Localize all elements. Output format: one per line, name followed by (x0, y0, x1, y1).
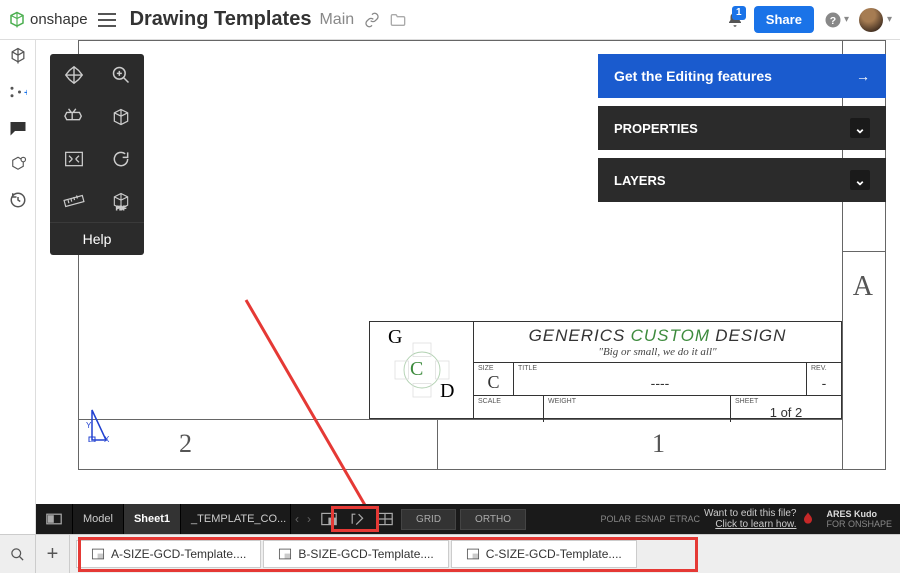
drawing-file-icon (466, 547, 480, 561)
measure-tool[interactable] (50, 180, 97, 222)
menu-hamburger-icon[interactable] (98, 13, 116, 27)
zone-col-2: 2 (179, 429, 192, 459)
link-icon[interactable] (364, 12, 380, 28)
brand-name: onshape (30, 11, 88, 28)
title-block: G C D GENERICS CUSTOM DESIGN "Big or sma… (369, 321, 842, 419)
user-avatar[interactable] (859, 8, 883, 32)
history-icon[interactable] (6, 188, 30, 212)
zone-row-a: A (853, 271, 873, 303)
svg-text:Y: Y (86, 421, 92, 430)
logo-cube-icon (8, 11, 26, 29)
svg-text:PDF: PDF (116, 206, 126, 211)
template-tab[interactable]: _TEMPLATE_CO... (181, 504, 291, 534)
iso-view-tool[interactable] (97, 96, 144, 138)
refresh-tool[interactable] (97, 138, 144, 180)
tab-prev-icon[interactable]: ‹ (291, 512, 303, 526)
sheet1-tab[interactable]: Sheet1 (124, 504, 181, 534)
tab-c-size[interactable]: C-SIZE-GCD-Template.... (451, 540, 637, 568)
main-area: + A 1 2 G C D (0, 40, 900, 534)
view-tool[interactable] (50, 96, 97, 138)
revision-value: - (811, 372, 837, 393)
left-toolbar: + (0, 40, 36, 534)
tab-a-size[interactable]: A-SIZE-GCD-Template.... (76, 540, 261, 568)
add-tab-button[interactable]: + (36, 535, 70, 573)
sb-tool-2[interactable] (343, 504, 371, 534)
sb-tool-3[interactable] (371, 504, 399, 534)
tab-b-size[interactable]: B-SIZE-GCD-Template.... (263, 540, 448, 568)
onshape-logo[interactable]: onshape (8, 11, 88, 29)
properties-panel[interactable]: PROPERTIES ⌄ (598, 106, 886, 150)
drawing-canvas[interactable]: A 1 2 G C D GENERICS CUSTOM DESIGN (36, 40, 900, 534)
sheet-number: 1 of 2 (735, 405, 837, 420)
pdf-tool[interactable]: PDF (97, 180, 144, 222)
drawing-title-value: ---- (518, 372, 802, 393)
help-icon: ? (824, 11, 842, 29)
zoom-tool[interactable] (97, 54, 144, 96)
floating-tool-panel: PDF Help (50, 54, 144, 255)
company-name: GENERICS CUSTOM DESIGN (482, 326, 833, 346)
features-icon[interactable] (6, 44, 30, 68)
ucs-icon: Y X (84, 402, 120, 442)
user-menu-caret-icon[interactable]: ▾ (887, 14, 892, 25)
fit-tool[interactable] (50, 138, 97, 180)
layers-panel[interactable]: LAYERS ⌄ (598, 158, 886, 202)
svg-text:+: + (24, 87, 27, 99)
branch-name[interactable]: Main (319, 11, 354, 29)
folder-icon[interactable] (390, 13, 406, 27)
pan-tool[interactable] (50, 54, 97, 96)
titleblock-logo: G C D (370, 322, 474, 418)
status-bar: Model Sheet1 _TEMPLATE_CO... ‹ › GRID OR… (36, 504, 900, 534)
top-bar: onshape Drawing Templates Main 1 Share ?… (0, 0, 900, 40)
svg-text:?: ? (830, 14, 836, 26)
ortho-toggle[interactable]: ORTHO (460, 509, 526, 530)
arrow-right-icon: → (856, 68, 870, 84)
drawing-file-icon (278, 547, 292, 561)
tab-search-icon[interactable] (10, 547, 25, 562)
tool-help-button[interactable]: Help (50, 222, 144, 255)
grid-toggle[interactable]: GRID (401, 509, 456, 530)
chevron-down-icon: ⌄ (850, 118, 870, 138)
company-tagline: "Big or small, we do it all" (482, 346, 833, 358)
document-tab-bar: + A-SIZE-GCD-Template.... B-SIZE-GCD-Tem… (0, 534, 900, 573)
comments-icon[interactable] (6, 116, 30, 140)
chevron-down-icon: ⌄ (850, 170, 870, 190)
zone-col-1: 1 (652, 429, 665, 459)
tab-next-icon[interactable]: › (303, 512, 315, 526)
ares-flame-icon (800, 511, 816, 527)
sheet-size: C (478, 372, 509, 393)
model-tab[interactable]: Model (73, 504, 124, 534)
edit-promo[interactable]: Want to edit this file? Click to learn h… (704, 508, 796, 530)
notification-count: 1 (732, 6, 746, 20)
versions-icon[interactable] (6, 152, 30, 176)
right-panel-stack: Get the Editing features → PROPERTIES ⌄ … (598, 54, 886, 202)
document-title[interactable]: Drawing Templates (130, 8, 312, 31)
add-item-icon[interactable]: + (6, 80, 30, 104)
share-button[interactable]: Share (754, 6, 814, 33)
editing-features-panel[interactable]: Get the Editing features → (598, 54, 886, 98)
svg-text:X: X (104, 435, 110, 442)
drawing-file-icon (91, 547, 105, 561)
ares-logo: ARES KudoFOR ONSHAPE (826, 509, 892, 529)
help-button[interactable]: ? ▾ (824, 11, 849, 29)
notifications-button[interactable]: 1 (726, 10, 744, 30)
layout-icon[interactable] (36, 504, 73, 534)
sb-tool-1[interactable] (315, 504, 343, 534)
